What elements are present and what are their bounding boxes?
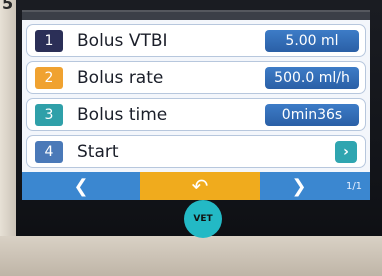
row-label: Start (77, 141, 119, 162)
row-start[interactable]: 4 Start › (26, 135, 366, 168)
device-case-left (0, 0, 16, 276)
bolus-rate-value[interactable]: 500.0 ml/h (265, 66, 359, 89)
row-label: Bolus rate (77, 67, 164, 88)
chevron-right-icon[interactable]: › (335, 140, 357, 163)
row-label: Bolus time (77, 104, 168, 125)
row-bolus-rate[interactable]: 2 Bolus rate 500.0 ml/h (26, 61, 366, 94)
row-number: 4 (35, 140, 63, 163)
nav-bar: ❮ ↶ ❯ 1/1 (22, 172, 370, 200)
vet-logo: VET (184, 200, 222, 238)
bolus-time-value[interactable]: 0min36s (265, 103, 359, 126)
row-label: Bolus VTBI (77, 30, 168, 51)
chevron-left-icon[interactable]: ❮ (22, 172, 140, 200)
status-strip (22, 12, 370, 20)
row-number: 1 (35, 29, 63, 52)
row-number: 2 (35, 66, 63, 89)
row-bolus-time[interactable]: 3 Bolus time 0min36s (26, 98, 366, 131)
row-bolus-vtbi[interactable]: 1 Bolus VTBI 5.00 ml (26, 24, 366, 57)
logo-text: VET (193, 214, 213, 224)
page-indicator: 1/1 (345, 180, 363, 192)
back-arrow-icon[interactable]: ↶ (140, 172, 260, 200)
chevron-right-icon[interactable]: ❯ (260, 172, 338, 200)
row-number: 3 (35, 103, 63, 126)
pump-screen: 1 Bolus VTBI 5.00 ml 2 Bolus rate 500.0 … (22, 10, 370, 200)
corner-mark: 5 (2, 0, 14, 13)
bolus-vtbi-value[interactable]: 5.00 ml (265, 29, 359, 52)
device-case-bottom (0, 236, 382, 276)
